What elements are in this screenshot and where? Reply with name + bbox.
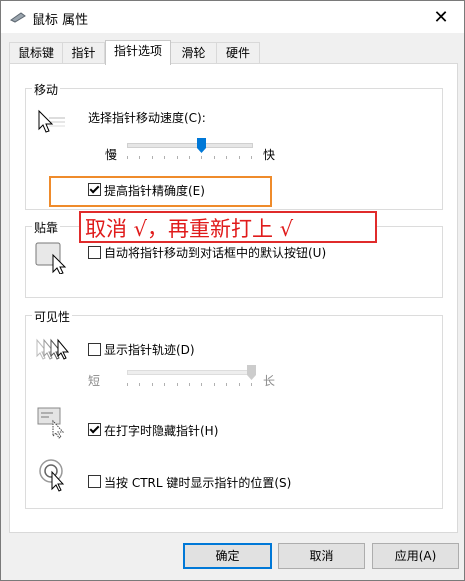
show-location-label[interactable]: 当按 CTRL 键时显示指针的位置(S) (104, 474, 291, 491)
annotation-note: 取消 √，再重新打上 √ (79, 211, 377, 243)
slider-tick (201, 156, 202, 159)
slider-tick (214, 156, 215, 159)
slider-tick (139, 383, 140, 386)
show-location-checkbox[interactable] (88, 475, 101, 488)
slider-tick (189, 383, 190, 386)
apply-button[interactable]: 应用(A) (372, 543, 459, 569)
precision-label[interactable]: 提高指针精确度(E) (104, 182, 205, 199)
hide-while-typing-icon (37, 407, 65, 439)
speed-label: 选择指针移动速度(C): (88, 111, 206, 125)
tab-hardware[interactable]: 硬件 (216, 42, 260, 63)
close-button[interactable]: ✕ (418, 1, 464, 33)
slider-tick (164, 156, 165, 159)
long-label: 长 (263, 374, 276, 388)
slider-tick (177, 383, 178, 386)
trails-slider-track[interactable] (127, 370, 253, 375)
speed-slider-thumb[interactable] (197, 138, 206, 153)
show-location-icon (39, 459, 65, 492)
cancel-button[interactable]: 取消 (278, 543, 365, 569)
short-label: 短 (88, 374, 101, 388)
slider-tick (139, 156, 140, 159)
slider-tick (127, 383, 128, 386)
mouse-icon (10, 12, 26, 23)
snap-label[interactable]: 自动将指针移动到对话框中的默认按钮(U) (104, 244, 326, 261)
slider-tick (214, 383, 215, 386)
hide-pointer-label[interactable]: 在打字时隐藏指针(H) (104, 422, 218, 439)
slider-tick (239, 156, 240, 159)
slider-tick (152, 156, 153, 159)
slider-tick (226, 156, 227, 159)
tab-buttons[interactable]: 鼠标键 (9, 42, 63, 63)
snap-checkbox[interactable] (88, 246, 101, 259)
window-title: 鼠标 属性 (32, 13, 89, 28)
trails-slider-thumb[interactable] (247, 365, 256, 380)
trails-checkbox[interactable] (88, 343, 101, 356)
slider-tick (239, 383, 240, 386)
speed-slider-track[interactable] (127, 143, 253, 148)
slider-tick (201, 383, 202, 386)
trails-label[interactable]: 显示指针轨迹(D) (104, 341, 195, 358)
hide-pointer-checkbox[interactable] (88, 423, 101, 436)
precision-checkbox[interactable] (88, 183, 101, 196)
slider-tick (152, 383, 153, 386)
title-bar: 鼠标 属性 ✕ (1, 1, 464, 33)
tab-wheel[interactable]: 滑轮 (170, 42, 217, 63)
tab-pointers[interactable]: 指针 (62, 42, 105, 63)
tab-pointer-options[interactable]: 指针选项 (105, 40, 171, 65)
slider-tick (226, 383, 227, 386)
ok-button[interactable]: 确定 (183, 543, 272, 569)
slider-tick (189, 156, 190, 159)
slider-tick (251, 383, 252, 386)
pointer-trails-icon (36, 338, 70, 360)
pointer-speed-icon (38, 109, 65, 133)
motion-group-title: 移动 (32, 81, 61, 98)
close-icon: ✕ (433, 6, 449, 28)
slider-tick (177, 156, 178, 159)
slider-tick (164, 383, 165, 386)
mouse-properties-window: 鼠标 属性 ✕ 鼠标键 指针 指针选项 滑轮 硬件 移动 选择指针移动速度(C)… (0, 0, 465, 581)
fast-label: 快 (263, 148, 276, 162)
snap-group-title: 贴靠 (32, 219, 61, 236)
slider-tick (251, 156, 252, 159)
slider-tick (127, 156, 128, 159)
snap-to-button-icon (35, 242, 67, 274)
visibility-group-title: 可见性 (32, 308, 73, 325)
slow-label: 慢 (105, 148, 118, 162)
